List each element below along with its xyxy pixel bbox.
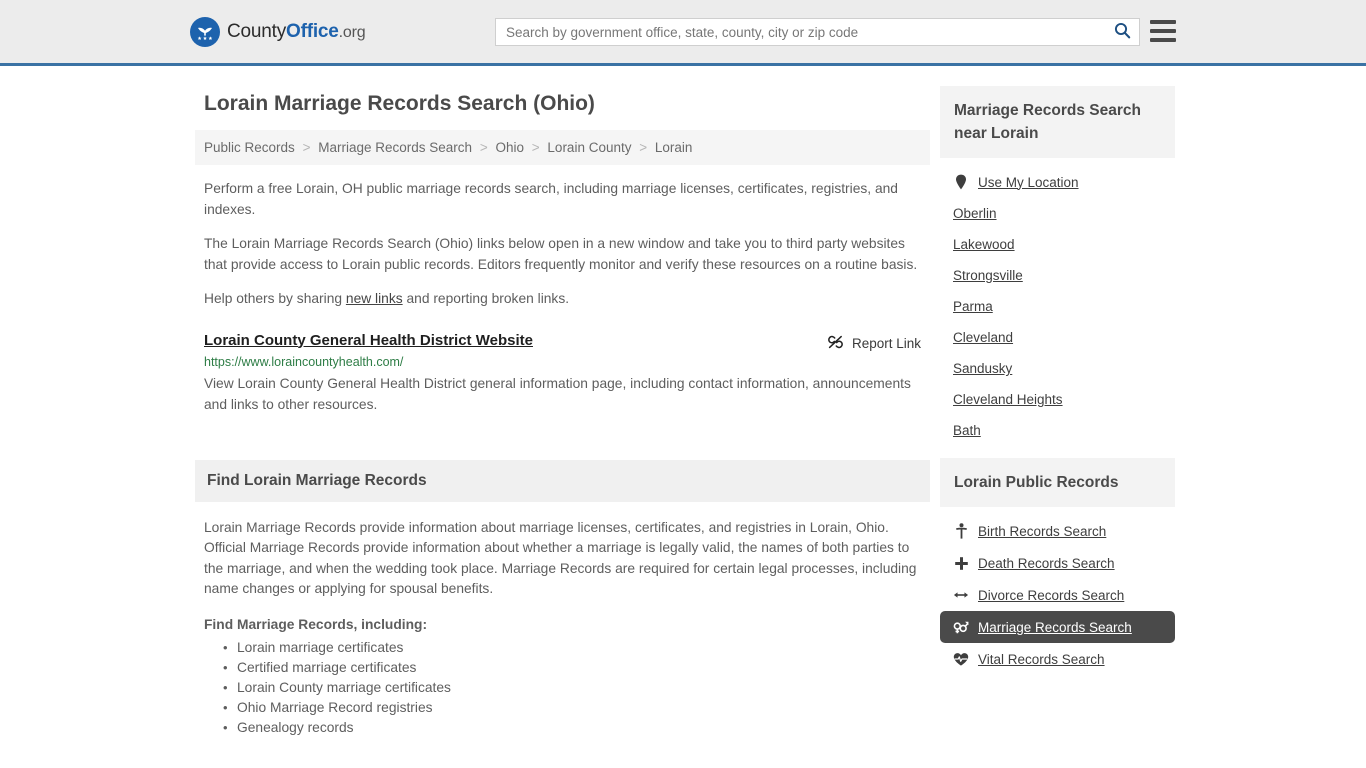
brand-wordmark: CountyOffice.org bbox=[227, 20, 366, 43]
new-links-link[interactable]: new links bbox=[346, 291, 403, 306]
search-bar[interactable] bbox=[495, 18, 1140, 46]
sidebar-item-vital-records-search[interactable]: Vital Records Search bbox=[940, 643, 1175, 675]
brand-part-office: Office bbox=[286, 20, 339, 42]
sidebar-item-divorce-records-search[interactable]: Divorce Records Search bbox=[940, 579, 1175, 611]
sidebar-item-label: Sandusky bbox=[953, 361, 1013, 376]
venus-mars-icon bbox=[953, 619, 969, 635]
help-prefix-text: Help others by sharing bbox=[204, 291, 346, 306]
sidebar-item-sandusky[interactable]: Sandusky bbox=[940, 353, 1175, 384]
search-button[interactable] bbox=[1105, 19, 1139, 45]
public-records-list: Birth Records Search Death Records Searc… bbox=[940, 507, 1175, 675]
sidebar-item-oberlin[interactable]: Oberlin bbox=[940, 198, 1175, 229]
records-list: Lorain marriage certificates Certified m… bbox=[195, 638, 930, 738]
result-title-link[interactable]: Lorain County General Health District We… bbox=[204, 332, 533, 349]
help-suffix-text: and reporting broken links. bbox=[402, 291, 570, 306]
sidebar-item-label: Oberlin bbox=[953, 206, 997, 221]
sidebar-item-label: Marriage Records Search bbox=[978, 619, 1132, 635]
public-records-panel: Lorain Public Records Birth Records Sear… bbox=[940, 458, 1175, 675]
sidebar-item-strongsville[interactable]: Strongsville bbox=[940, 260, 1175, 291]
result-header-row: Lorain County General Health District We… bbox=[204, 332, 921, 353]
cross-icon bbox=[953, 555, 969, 571]
sidebar-item-label: Death Records Search bbox=[978, 555, 1115, 571]
breadcrumb-item-public-records[interactable]: Public Records bbox=[204, 140, 295, 155]
heart-pulse-icon bbox=[953, 651, 969, 667]
section-sub-heading: Find Marriage Records, including: bbox=[204, 616, 428, 632]
map-pin-icon bbox=[953, 174, 969, 190]
section-heading-find-records: Find Lorain Marriage Records bbox=[195, 459, 930, 502]
breadcrumb-item-lorain-county[interactable]: Lorain County bbox=[547, 140, 631, 155]
sidebar-item-label: Strongsville bbox=[953, 268, 1023, 283]
breadcrumb-separator: > bbox=[531, 140, 540, 155]
sidebar-item-label: Cleveland bbox=[953, 330, 1014, 345]
list-item: Lorain County marriage certificates bbox=[223, 678, 930, 698]
sidebar-item-label: Vital Records Search bbox=[978, 651, 1105, 667]
main-content: Lorain Marriage Records Search (Ohio) Pu… bbox=[195, 86, 930, 738]
breadcrumb-separator: > bbox=[302, 140, 311, 155]
sidebar-item-label: Birth Records Search bbox=[978, 523, 1107, 539]
magnifier-icon bbox=[1114, 22, 1131, 42]
sidebar-item-marriage-records-search[interactable]: Marriage Records Search bbox=[940, 611, 1175, 643]
brand-part-county: County bbox=[227, 20, 287, 42]
nearby-searches-list: Use My Location Oberlin Lakewood Strongs… bbox=[940, 158, 1175, 446]
hamburger-bar-1 bbox=[1150, 20, 1176, 24]
sidebar-item-cleveland-heights[interactable]: Cleveland Heights bbox=[940, 384, 1175, 415]
intro-paragraph: Perform a free Lorain, OH public marriag… bbox=[204, 181, 898, 217]
sidebar-item-label: Divorce Records Search bbox=[978, 587, 1125, 603]
brand-part-org: .org bbox=[338, 23, 366, 41]
sidebar-item-death-records-search[interactable]: Death Records Search bbox=[940, 547, 1175, 579]
result-entry: Lorain County General Health District We… bbox=[195, 332, 930, 415]
breadcrumb-separator: > bbox=[639, 140, 648, 155]
nearby-searches-panel: Marriage Records Search near Lorain Use … bbox=[940, 86, 1175, 446]
report-link-button[interactable]: Report Link bbox=[827, 332, 921, 353]
search-input[interactable] bbox=[496, 24, 1105, 40]
page-body: Lorain Marriage Records Search (Ohio) Pu… bbox=[0, 66, 1366, 738]
sidebar-item-label: Cleveland Heights bbox=[953, 392, 1063, 407]
sidebar-item-birth-records-search[interactable]: Birth Records Search bbox=[940, 515, 1175, 547]
sidebar-item-label: Lakewood bbox=[953, 237, 1015, 252]
hamburger-bar-2 bbox=[1150, 29, 1176, 33]
left-right-arrow-icon bbox=[953, 587, 969, 603]
nearby-searches-heading: Marriage Records Search near Lorain bbox=[940, 86, 1175, 158]
eagle-seal-logo bbox=[190, 16, 220, 47]
hamburger-menu-button[interactable] bbox=[1150, 20, 1176, 42]
broken-link-icon bbox=[827, 334, 844, 353]
help-paragraph: Help others by sharing new links and rep… bbox=[195, 289, 930, 310]
breadcrumb-item-lorain[interactable]: Lorain bbox=[655, 140, 693, 155]
page-title: Lorain Marriage Records Search (Ohio) bbox=[204, 92, 595, 115]
list-item: Genealogy records bbox=[223, 718, 930, 738]
breadcrumb: Public Records > Marriage Records Search… bbox=[195, 130, 930, 165]
report-link-label: Report Link bbox=[851, 335, 921, 351]
breadcrumb-item-marriage-records-search[interactable]: Marriage Records Search bbox=[318, 140, 472, 155]
site-logo-link[interactable]: CountyOffice.org bbox=[190, 16, 366, 47]
result-description: View Lorain County General Health Distri… bbox=[204, 375, 911, 412]
sidebar-item-label: Bath bbox=[953, 423, 981, 438]
right-sidebar: Marriage Records Search near Lorain Use … bbox=[940, 86, 1175, 738]
sidebar-item-label: Use My Location bbox=[978, 174, 1079, 190]
sidebar-item-use-my-location[interactable]: Use My Location bbox=[940, 166, 1175, 198]
hamburger-bar-3 bbox=[1150, 38, 1176, 42]
baby-icon bbox=[953, 523, 969, 539]
sidebar-item-bath[interactable]: Bath bbox=[940, 415, 1175, 446]
sidebar-item-lakewood[interactable]: Lakewood bbox=[940, 229, 1175, 260]
sidebar-item-cleveland[interactable]: Cleveland bbox=[940, 322, 1175, 353]
breadcrumb-separator: > bbox=[479, 140, 488, 155]
breadcrumb-item-ohio[interactable]: Ohio bbox=[495, 140, 524, 155]
result-url-link[interactable]: https://www.loraincountyhealth.com/ bbox=[204, 355, 403, 369]
links-paragraph: The Lorain Marriage Records Search (Ohio… bbox=[204, 236, 918, 272]
site-header: CountyOffice.org bbox=[0, 0, 1366, 66]
sidebar-item-parma[interactable]: Parma bbox=[940, 291, 1175, 322]
sidebar-item-label: Parma bbox=[953, 299, 993, 314]
public-records-heading: Lorain Public Records bbox=[940, 458, 1175, 507]
list-item: Lorain marriage certificates bbox=[223, 638, 930, 658]
list-item: Certified marriage certificates bbox=[223, 658, 930, 678]
list-item: Ohio Marriage Record registries bbox=[223, 698, 930, 718]
section-body-text: Lorain Marriage Records provide informat… bbox=[204, 519, 917, 597]
